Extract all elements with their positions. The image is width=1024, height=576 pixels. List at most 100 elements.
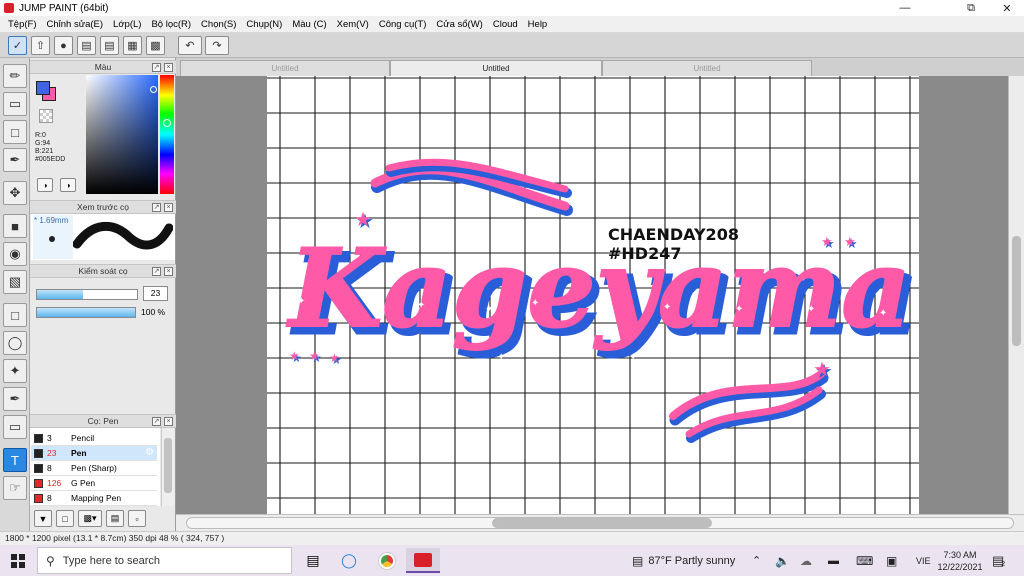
color-settings-icon[interactable]: ◑ — [60, 178, 76, 192]
menu-bar: Tệp(F) Chỉnh sửa(E) Lớp(L) Bộ lọc(R) Chọ… — [0, 16, 1024, 33]
size-slider[interactable] — [36, 289, 138, 300]
brush-item-pencil[interactable]: 3 Pencil — [31, 431, 157, 446]
brush-list-scroll-thumb[interactable] — [164, 438, 172, 493]
brush-icon[interactable]: ✏ — [3, 64, 27, 88]
menu-view[interactable]: Xem(V) — [332, 19, 374, 30]
brush-list: 3 Pencil 23 Pen ⚙ 8 Pen (Sharp) 126 G Pe… — [30, 428, 160, 506]
taskbar-search-box[interactable]: ⚲ Type here to search — [37, 547, 292, 574]
panel-float-icon[interactable]: ↗ — [152, 267, 161, 276]
menu-capture[interactable]: Chụp(N) — [241, 19, 287, 30]
menu-window[interactable]: Cửa sổ(W) — [431, 19, 487, 30]
size-input[interactable]: 23 — [143, 286, 168, 301]
page-icon[interactable]: ▤ — [100, 36, 119, 55]
horizontal-scroll-thumb[interactable] — [492, 518, 712, 528]
menu-color[interactable]: Màu (C) — [287, 19, 331, 30]
magic-wand-icon[interactable]: ✦ — [3, 359, 27, 383]
tab-untitled-1[interactable]: Untitled — [180, 60, 390, 76]
tab-untitled-3[interactable]: Untitled — [602, 60, 812, 76]
hand-icon[interactable]: ☞ — [3, 476, 27, 500]
properties-icon[interactable]: ▦ — [123, 36, 142, 55]
panel-float-icon[interactable]: ↗ — [152, 63, 161, 72]
input-language[interactable]: VIE — [916, 545, 931, 576]
close-icon[interactable]: ✕ — [990, 0, 1024, 16]
bucket-icon[interactable]: ◉ — [3, 242, 27, 266]
eraser-icon[interactable]: ▭ — [3, 92, 27, 116]
select-eraser-icon[interactable]: ▭ — [3, 415, 27, 439]
brush-item-pen-sharp[interactable]: 8 Pen (Sharp) — [31, 461, 157, 476]
marquee-icon[interactable]: □ — [3, 303, 27, 327]
weather-widget[interactable]: ▤ 87°F Partly sunny — [632, 545, 735, 576]
fill-rect-icon[interactable]: ■ — [3, 214, 27, 238]
menu-help[interactable]: Help — [523, 19, 553, 30]
menu-tools[interactable]: Công cụ(T) — [374, 19, 432, 30]
app-icon — [4, 3, 14, 13]
chrome-browser-icon[interactable] — [370, 548, 404, 573]
keyboard-icon[interactable]: ⌨ — [856, 545, 873, 576]
sv-cursor[interactable] — [150, 86, 157, 93]
brush-item-g-pen[interactable]: 126 G Pen — [31, 476, 157, 491]
svg-text:★: ★ — [813, 357, 831, 381]
panel-close-icon[interactable]: × — [164, 63, 173, 72]
show-hidden-icons[interactable]: ⌃ — [752, 545, 761, 576]
clock[interactable]: 7:30 AM 12/22/2021 — [937, 545, 982, 576]
panel-close-icon[interactable]: × — [164, 203, 173, 212]
saturation-value-picker[interactable] — [86, 75, 158, 194]
hue-cursor[interactable] — [163, 119, 171, 127]
toggle-icon[interactable]: ✓ — [8, 36, 27, 55]
brush-list-scrollbar[interactable] — [161, 428, 174, 506]
network-icon[interactable]: ▬ — [828, 545, 839, 576]
tab-untitled-2[interactable]: Untitled — [390, 60, 602, 76]
redo-icon[interactable]: ↷ — [205, 36, 229, 55]
onedrive-icon[interactable]: ☁ — [800, 545, 812, 576]
gradient-icon[interactable]: ▧ — [3, 270, 27, 294]
brush-item-mapping-pen[interactable]: 8 Mapping Pen — [31, 491, 157, 506]
menu-filter[interactable]: Bộ lọc(R) — [146, 19, 196, 30]
horizontal-scrollbar[interactable] — [176, 514, 1024, 531]
menu-select[interactable]: Chọn(S) — [196, 19, 241, 30]
foreground-color-swatch[interactable] — [36, 81, 50, 95]
task-view-icon[interactable]: ▤ — [296, 548, 330, 573]
panel-float-icon[interactable]: ↗ — [152, 417, 161, 426]
vertical-scrollbar[interactable] — [1008, 76, 1024, 514]
menu-cloud[interactable]: Cloud — [488, 19, 523, 30]
palette-icon[interactable]: ◑ — [37, 178, 53, 192]
drawing-canvas[interactable]: ★ ★ ★ ★ ★ ★ ★ ★ ★ ★ ★ ★ ★ ★ Kageyama Kag… — [267, 76, 919, 514]
brush-item-pen[interactable]: 23 Pen ⚙ — [31, 446, 157, 461]
vertical-scroll-thumb[interactable] — [1012, 236, 1021, 346]
minimize-icon[interactable]: — — [888, 0, 922, 16]
title-bar: JUMP PAINT (64bit) — ⧉ ✕ — [0, 0, 1024, 16]
notification-icon[interactable]: ▤ 2 — [992, 545, 1005, 576]
selection-rect-icon[interactable]: □ — [3, 120, 27, 144]
export-icon[interactable]: ⇧ — [31, 36, 50, 55]
start-button[interactable] — [0, 545, 36, 576]
panel-close-icon[interactable]: × — [164, 417, 173, 426]
menu-file[interactable]: Tệp(F) — [3, 19, 42, 30]
text-icon[interactable]: T — [3, 448, 27, 472]
brush-settings-icon[interactable]: ⚙ — [145, 447, 154, 458]
panel-float-icon[interactable]: ↗ — [152, 203, 161, 212]
volume-icon[interactable]: 🔈 — [775, 545, 790, 576]
pen-tool-icon[interactable]: ✒ — [3, 148, 27, 172]
brush-download-icon[interactable]: ▼ — [34, 510, 52, 527]
transparent-swatch[interactable] — [39, 109, 53, 123]
hue-slider[interactable] — [160, 75, 174, 194]
edge-browser-icon[interactable]: ◯ — [332, 548, 366, 573]
new-brush-icon[interactable]: □ — [56, 510, 74, 527]
jump-paint-taskbar-icon[interactable] — [406, 548, 440, 573]
undo-icon[interactable]: ↶ — [178, 36, 202, 55]
restore-icon[interactable]: ⧉ — [954, 0, 988, 16]
move-icon[interactable]: ✥ — [3, 181, 27, 205]
menu-edit[interactable]: Chỉnh sửa(E) — [42, 19, 109, 30]
opacity-slider[interactable] — [36, 307, 136, 318]
brush-folder-icon[interactable]: ▫ — [128, 510, 146, 527]
wifi-icon[interactable]: ▣ — [886, 545, 897, 576]
brush-info-icon[interactable]: ▤ — [106, 510, 124, 527]
chat-icon[interactable]: ● — [54, 36, 73, 55]
grid-properties-icon[interactable]: ▩ — [146, 36, 165, 55]
lasso-icon[interactable]: ◯ — [3, 331, 27, 355]
menu-layer[interactable]: Lớp(L) — [108, 19, 146, 30]
panel-close-icon[interactable]: × — [164, 267, 173, 276]
copy-brush-icon[interactable]: ▩▾ — [78, 510, 102, 527]
select-pen-icon[interactable]: ✒ — [3, 387, 27, 411]
comment-icon[interactable]: ▤ — [77, 36, 96, 55]
